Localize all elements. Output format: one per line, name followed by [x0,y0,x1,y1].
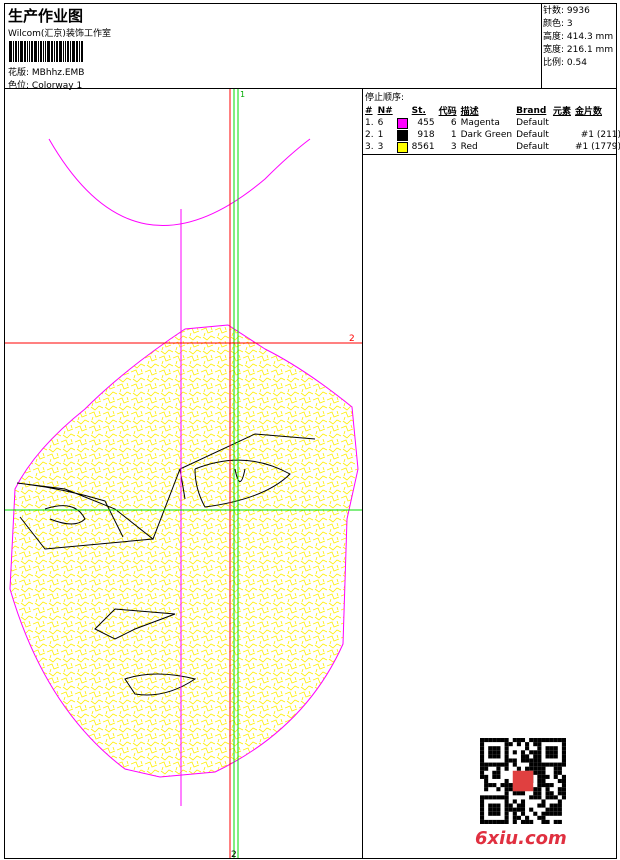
magenta-arc [48,138,311,226]
marker-bottom: 2 [231,850,237,858]
barcode [9,41,109,62]
company-name: Wilcom(汇京)装饰工作室 [8,29,111,39]
watermark: 6xiu.com [475,828,567,849]
info-colors: 颜色: 3 [543,19,573,29]
design-value: MBhhz.EMB [31,68,85,78]
table-row: 1. 6 455 6 Magenta Default [365,117,549,129]
marker-top: 1 [240,90,245,99]
info-width: 宽度: 216.1 mm [543,45,614,55]
stop-sequence-panel: 停止顺序: # N# St. 代码 描述 Brand 元素 金片数 1. 6 455 6 Magent… [362,88,620,155]
design-label: 花版: [8,68,30,78]
header-panel: 生产作业图 Wilcom(汇京)装饰工作室 花版: MBhhz.EMB 色位: … [4,3,542,91]
color-swatch [396,129,408,141]
qr-code [480,738,566,824]
yellow-fill-region [9,324,359,778]
info-stitches: 针数: 9936 [543,6,590,16]
page-title: 生产作业图 [8,7,84,25]
design-file: 花版: MBhhz.EMB [8,65,84,78]
stop-sequence-table: # N# St. 代码 描述 Brand 元素 金片数 1. 6 455 6 Magenta Defau… [363,104,620,153]
info-scale: 比例: 0.54 [543,58,587,68]
info-height: 高度: 414.3 mm [543,32,614,42]
table-row: 2. 1 918 1 Dark Green Default #1 (211) [365,129,620,141]
table-header: # N# St. 代码 描述 Brand 元素 金片数 [365,105,602,118]
embroidery-drawing: 1 2 2 [5,89,362,860]
marker-right: 2 [349,334,355,344]
info-panel: 针数: 9936 颜色: 3 高度: 414.3 mm 宽度: 216.1 mm… [541,3,617,89]
stops-title: 停止顺序: [365,93,405,103]
design-preview: 1 2 2 [4,88,363,860]
table-row: 3. 3 8561 3 Red Default #1 (1779) [365,141,620,153]
color-swatch [396,141,408,153]
color-swatch [396,117,408,129]
production-worksheet: 生产作业图 Wilcom(汇京)装饰工作室 花版: MBhhz.EMB 色位: … [0,0,620,860]
